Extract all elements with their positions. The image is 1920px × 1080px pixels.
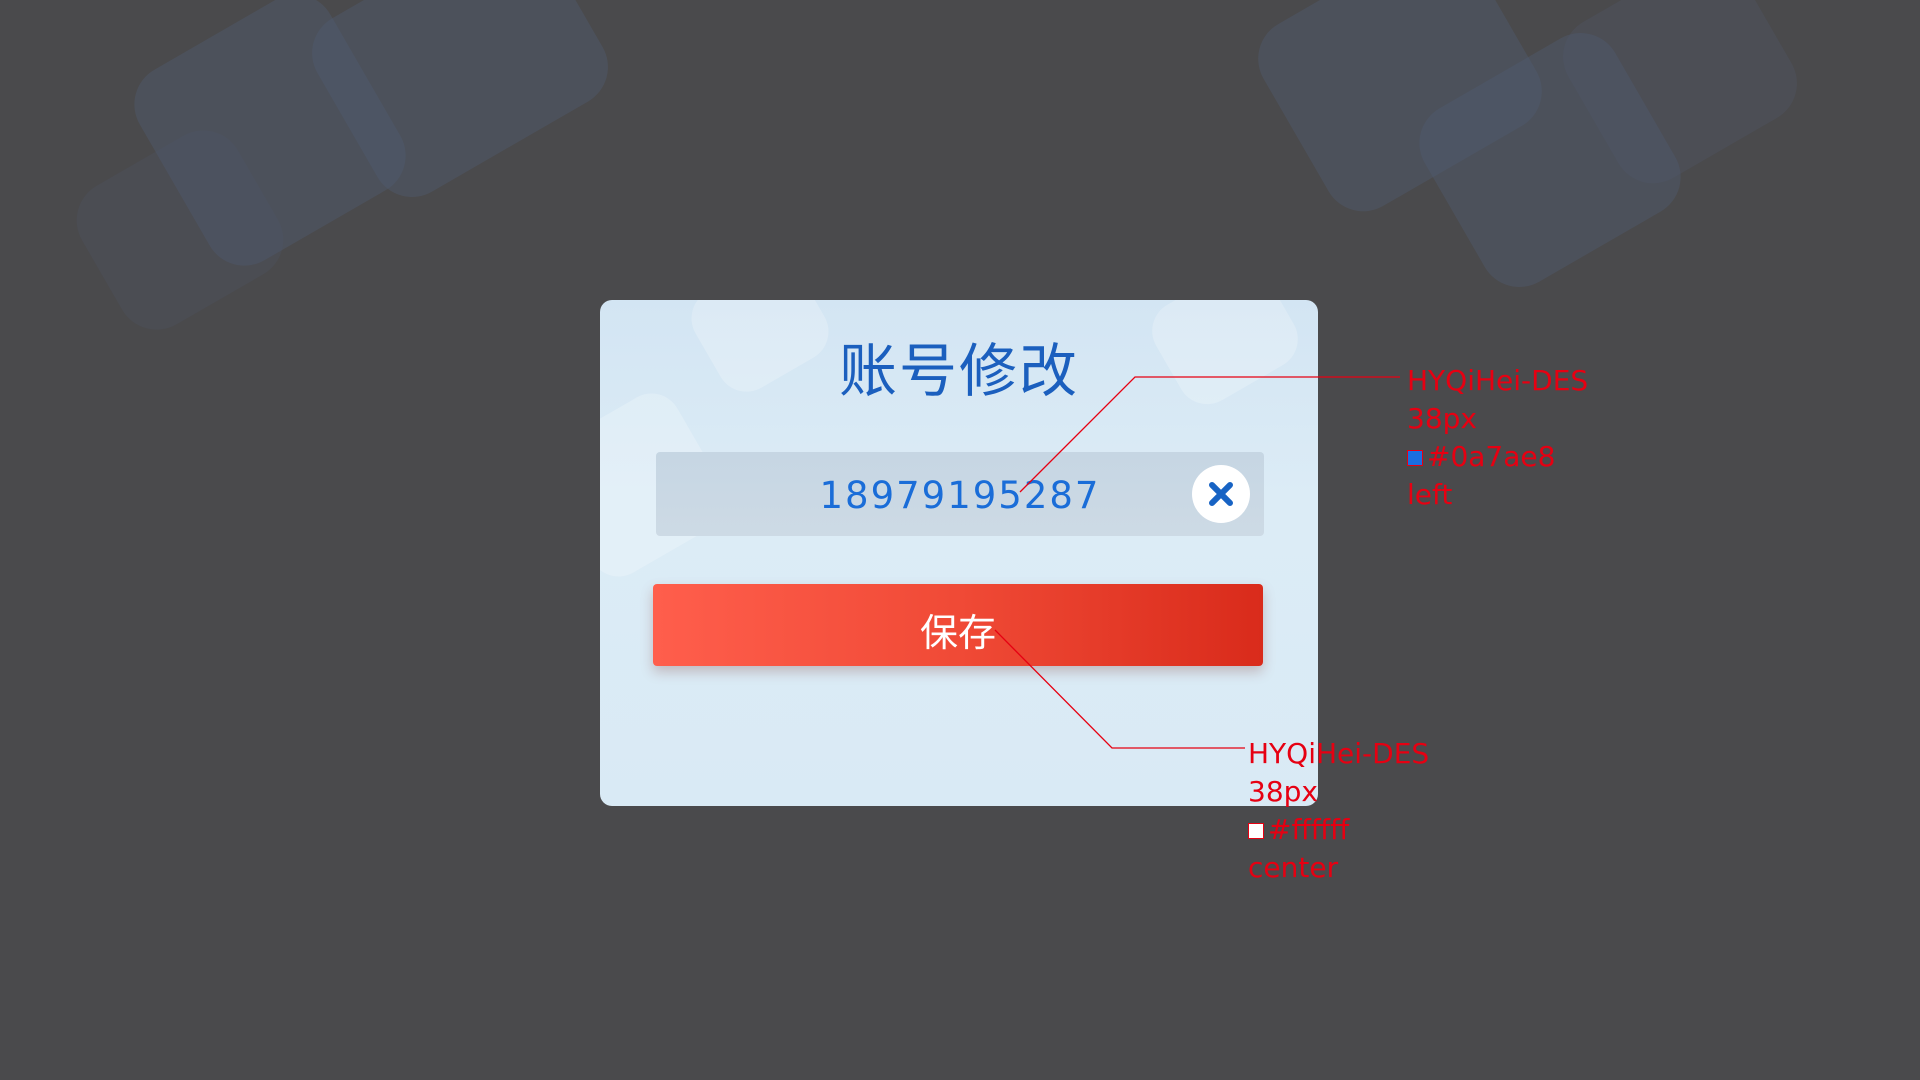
clear-input-button[interactable]	[1192, 465, 1250, 523]
annotation-align: left	[1407, 478, 1453, 511]
annotation-font: HYQiHei-DES	[1407, 364, 1589, 397]
annotation-color-row: #0a7ae8	[1407, 438, 1588, 476]
save-button[interactable]: 保存	[653, 584, 1263, 666]
annotation-size: 38px	[1407, 402, 1477, 435]
annotation-color: #0a7ae8	[1427, 440, 1556, 473]
account-edit-dialog: 账号修改 18979195287 保存	[600, 300, 1318, 806]
account-input-value[interactable]: 18979195287	[656, 474, 1264, 517]
annotation-color-row: #ffffff	[1248, 811, 1429, 849]
annotation-font: HYQiHei-DES	[1248, 737, 1430, 770]
close-icon	[1209, 482, 1233, 506]
color-swatch	[1407, 450, 1423, 466]
annotation-size: 38px	[1248, 775, 1318, 808]
dialog-title: 账号修改	[838, 337, 1079, 405]
account-input[interactable]: 18979195287	[656, 452, 1264, 536]
annotation-color: #ffffff	[1268, 813, 1350, 846]
annotation-align: center	[1248, 851, 1339, 884]
annotation-button-text: HYQiHei-DES 38px #ffffff center	[1248, 735, 1429, 887]
annotation-input-text: HYQiHei-DES 38px #0a7ae8 left	[1407, 362, 1588, 514]
save-button-label: 保存	[919, 611, 996, 655]
color-swatch	[1248, 823, 1264, 839]
